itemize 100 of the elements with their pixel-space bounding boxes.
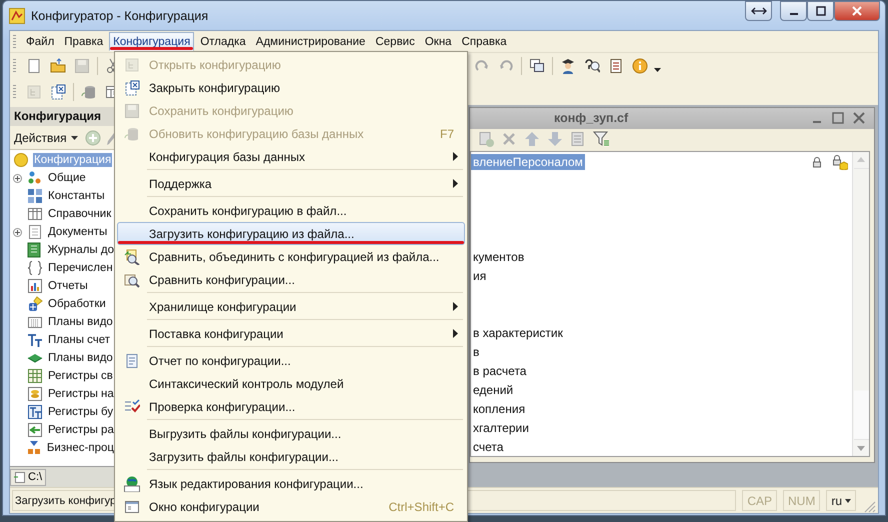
tree-item[interactable]: ия bbox=[471, 268, 488, 284]
menu-bar-item[interactable]: Файл bbox=[22, 32, 58, 51]
shortcut-label: F7 bbox=[440, 126, 454, 140]
compare-icon[interactable] bbox=[124, 272, 140, 288]
menu-bar-item[interactable]: Окна bbox=[420, 32, 456, 51]
document-icon bbox=[27, 224, 43, 240]
tree-item[interactable]: Перечислен bbox=[47, 261, 114, 275]
tree-item[interactable]: в характеристик bbox=[471, 324, 565, 340]
panel-tab[interactable]: C:\ bbox=[10, 468, 46, 486]
tree-item[interactable]: Планы видо bbox=[47, 351, 114, 365]
tree-item[interactable]: Планы счет bbox=[47, 333, 112, 347]
status-indicator: CAP bbox=[742, 490, 777, 511]
close-button[interactable] bbox=[834, 1, 880, 21]
tree-item[interactable]: Бизнес-проц bbox=[46, 441, 115, 455]
actions-dropdown[interactable]: Действия bbox=[12, 130, 80, 144]
tree-item[interactable]: Регистры бу bbox=[47, 405, 114, 419]
language-dropdown[interactable]: ru bbox=[826, 490, 856, 511]
tree-item[interactable]: хгалтерии bbox=[471, 420, 531, 436]
graduate-icon[interactable] bbox=[560, 58, 576, 74]
grid-icon bbox=[27, 314, 43, 330]
window-icon[interactable] bbox=[124, 498, 140, 514]
menu-item[interactable]: Синтаксический контроль модулей bbox=[117, 372, 465, 395]
add-icon[interactable] bbox=[84, 130, 101, 146]
menu-bar-item[interactable]: Сервис bbox=[371, 32, 419, 51]
info-icon[interactable] bbox=[632, 58, 648, 74]
menu-item[interactable]: Отчет по конфигурации... bbox=[117, 349, 465, 372]
menu-item[interactable]: Конфигурация базы данных bbox=[117, 145, 465, 168]
document-icon[interactable] bbox=[26, 58, 42, 74]
compare-files-icon[interactable] bbox=[124, 248, 140, 264]
menu-item[interactable]: Сравнить конфигурации... bbox=[117, 268, 465, 291]
resize-grip-icon[interactable] bbox=[864, 501, 876, 513]
report-icon[interactable] bbox=[124, 352, 140, 368]
menu-item[interactable]: Проверка конфигурации... bbox=[117, 395, 465, 418]
menu-item[interactable]: Выгрузить файлы конфигурации... bbox=[117, 422, 465, 445]
scrollbar[interactable] bbox=[852, 152, 869, 456]
letters-icon bbox=[27, 332, 43, 348]
expand-icon[interactable] bbox=[13, 228, 22, 236]
tree-item[interactable]: Общие bbox=[47, 171, 87, 185]
database-icon[interactable] bbox=[81, 84, 97, 100]
tree-item[interactable]: в расчета bbox=[471, 362, 528, 378]
notes-icon[interactable] bbox=[608, 58, 624, 74]
down-arrow-icon bbox=[857, 446, 865, 451]
table-icon bbox=[27, 206, 43, 222]
tree-item[interactable]: Планы видо bbox=[47, 315, 114, 329]
close-icon bbox=[851, 6, 863, 16]
menu-item[interactable]: Поддержка bbox=[117, 172, 465, 195]
window-title: Конфигуратор - Конфигурация bbox=[31, 8, 208, 22]
menu-bar-item[interactable]: Правка bbox=[60, 32, 108, 51]
close-icon[interactable] bbox=[852, 111, 866, 126]
tree-item[interactable]: Документы bbox=[47, 225, 108, 239]
close-document-icon[interactable] bbox=[124, 80, 140, 96]
menu-item[interactable]: Хранилище конфигурации bbox=[117, 295, 465, 318]
tree-item[interactable]: Константы bbox=[47, 189, 106, 203]
tree-item[interactable]: копления bbox=[471, 400, 528, 416]
checklist-icon[interactable] bbox=[124, 398, 140, 414]
menu-item[interactable]: Сравнить, объединить с конфигурацией из файла... bbox=[117, 245, 465, 268]
maximize-icon[interactable] bbox=[831, 111, 845, 126]
tree-item[interactable]: Регистры на bbox=[47, 387, 115, 401]
menu-item[interactable]: Загрузить конфигурацию из файла... bbox=[117, 222, 465, 245]
help-search-icon[interactable] bbox=[584, 58, 600, 74]
double-arrow-icon bbox=[750, 6, 766, 16]
folder-icon[interactable] bbox=[50, 58, 66, 74]
tree-item[interactable]: Справочник bbox=[47, 207, 112, 221]
windows-icon[interactable] bbox=[529, 58, 545, 74]
tree-item[interactable]: Отчеты bbox=[47, 279, 89, 293]
tree-item[interactable]: Регистры ра bbox=[47, 423, 115, 437]
tree-item[interactable]: Журналы до bbox=[46, 243, 115, 257]
maximize-button[interactable] bbox=[807, 1, 834, 21]
shortcut-label: Ctrl+Shift+C bbox=[388, 500, 454, 514]
globe-icon[interactable] bbox=[124, 476, 140, 492]
dropdown-caret-icon[interactable] bbox=[654, 68, 661, 72]
menu-bar-item[interactable]: Администрирование bbox=[252, 32, 370, 51]
tree-item[interactable]: в bbox=[471, 344, 482, 360]
resize-button[interactable] bbox=[745, 1, 772, 21]
menu-item[interactable]: Сохранить конфигурацию в файл... bbox=[117, 199, 465, 222]
menu-bar-item[interactable]: Отладка bbox=[196, 32, 250, 51]
menu-bar-item[interactable]: Справка bbox=[458, 32, 511, 51]
tree-item[interactable]: счета bbox=[471, 438, 506, 454]
app-logo-icon bbox=[9, 8, 25, 24]
lock-icon bbox=[812, 156, 822, 168]
tree-item[interactable]: Обработки bbox=[47, 297, 107, 311]
tree-item[interactable]: Регистры св bbox=[47, 369, 114, 383]
menu-item[interactable]: Загрузить файлы конфигурации... bbox=[117, 445, 465, 468]
tree-item[interactable]: кументов bbox=[471, 248, 526, 264]
menu-item[interactable]: Поставка конфигурации bbox=[117, 322, 465, 345]
status-indicator: NUM bbox=[783, 490, 820, 511]
braces-icon bbox=[27, 260, 43, 276]
list-icon[interactable] bbox=[570, 130, 586, 147]
expand-icon[interactable] bbox=[13, 174, 22, 182]
filter-icon[interactable] bbox=[593, 130, 609, 147]
tree-item[interactable]: едений bbox=[471, 382, 516, 398]
menu-item[interactable]: Закрыть конфигурацию bbox=[117, 76, 465, 99]
menu-bar-item[interactable]: Конфигурация bbox=[109, 32, 194, 51]
minimize-button[interactable] bbox=[780, 1, 807, 21]
add-document-icon[interactable] bbox=[478, 130, 494, 147]
coins-icon bbox=[27, 386, 43, 402]
close-document-icon[interactable] bbox=[50, 84, 66, 100]
up-arrow-icon bbox=[857, 157, 865, 162]
blocks-icon bbox=[27, 188, 43, 204]
maximize-icon bbox=[816, 6, 826, 16]
